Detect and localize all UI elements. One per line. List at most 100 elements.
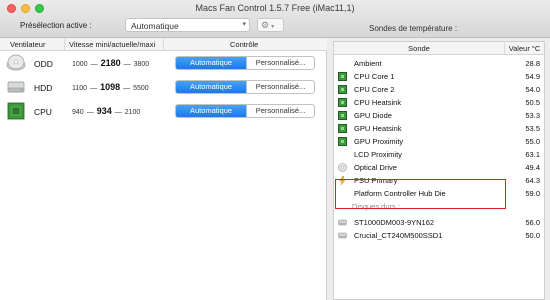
fan-name: HDD bbox=[34, 83, 53, 93]
sensor-name: CPU Core 2 bbox=[354, 85, 395, 94]
sensor-table-header: Sonde Valeur °C bbox=[334, 42, 544, 55]
disk-name: Crucial_CT240M500SSD1 bbox=[354, 231, 443, 240]
sensor-name: Optical Drive bbox=[354, 163, 397, 172]
fan-control-segment: Automatique Personnalisé... bbox=[175, 56, 315, 70]
disk-value: 50.0 bbox=[525, 231, 540, 240]
fan-current-speed: 2180 bbox=[100, 58, 121, 68]
fan-speeds: 1100—1098—5500 bbox=[72, 82, 149, 92]
gear-icon: ⚙ bbox=[261, 20, 270, 30]
sensor-row[interactable]: CPU Core 1 54.9 bbox=[334, 70, 544, 83]
custom-button[interactable]: Personnalisé... bbox=[246, 105, 314, 117]
chip-icon bbox=[338, 98, 347, 107]
fan-max-speed: 2100 bbox=[124, 109, 141, 116]
dash-separator: — bbox=[90, 61, 98, 68]
fan-max-speed: 5500 bbox=[133, 85, 149, 92]
sensor-row[interactable]: GPU Proximity 55.0 bbox=[334, 135, 544, 148]
chevron-down-icon: ▾ bbox=[242, 21, 246, 28]
sensor-row[interactable]: LCD Proximity 63.1 bbox=[334, 148, 544, 161]
fan-name: ODD bbox=[34, 59, 53, 69]
automatic-button[interactable]: Automatique bbox=[176, 57, 246, 69]
sensor-value: 63.1 bbox=[525, 150, 540, 159]
chip-icon bbox=[338, 124, 347, 133]
disk-sensor-row[interactable]: ST1000DM003-9YN162 56.0 bbox=[334, 216, 544, 229]
fan-row-odd: ODD 1000—2180—3800 Automatique Personnal… bbox=[0, 52, 327, 76]
dash-separator: — bbox=[90, 85, 98, 92]
sensor-name-column-header[interactable]: Sonde bbox=[334, 44, 504, 53]
preset-select[interactable]: Automatique ▾ bbox=[125, 18, 250, 32]
titlebar: Macs Fan Control 1.5.7 Free (iMac11,1) P… bbox=[0, 0, 550, 38]
sensor-value: 54.9 bbox=[525, 72, 540, 81]
fan-min-speed: 940 bbox=[72, 109, 84, 116]
sensor-row[interactable]: Optical Drive 49.4 bbox=[334, 161, 544, 174]
sensor-value: 59.0 bbox=[525, 189, 540, 198]
fan-control-segment: Automatique Personnalisé... bbox=[175, 80, 315, 94]
sensor-row[interactable]: GPU Heatsink 53.5 bbox=[334, 122, 544, 135]
sensors-section-label: Sondes de température : bbox=[369, 24, 458, 33]
fan-min-speed: 1000 bbox=[72, 61, 88, 68]
disk-name: ST1000DM003-9YN162 bbox=[354, 218, 435, 227]
optical-drive-icon bbox=[6, 54, 26, 71]
sensor-row[interactable]: CPU Heatsink 50.5 bbox=[334, 96, 544, 109]
sensor-value: 54.0 bbox=[525, 85, 540, 94]
dash-separator: — bbox=[114, 109, 122, 116]
fan-table-header: Ventilateur Vitesse mini/actuelle/maxi C… bbox=[0, 38, 327, 51]
fan-panel: Ventilateur Vitesse mini/actuelle/maxi C… bbox=[0, 38, 327, 300]
preset-gear-button[interactable]: ⚙ ▾ bbox=[257, 18, 284, 32]
custom-button[interactable]: Personnalisé... bbox=[246, 81, 314, 93]
dash-separator: — bbox=[123, 85, 131, 92]
fan-min-speed: 1100 bbox=[72, 85, 88, 92]
highlight-box bbox=[335, 179, 506, 209]
sensor-name: GPU Heatsink bbox=[354, 124, 402, 133]
sensor-table: Sonde Valeur °C Ambient 28.8 CPU Core 1 54.… bbox=[333, 41, 545, 300]
sensor-name: Ambient bbox=[354, 59, 382, 68]
drive-icon bbox=[338, 232, 347, 239]
disc-icon bbox=[338, 163, 347, 172]
fan-current-speed: 934 bbox=[96, 106, 112, 116]
sensor-name: LCD Proximity bbox=[354, 150, 402, 159]
sensor-name: GPU Diode bbox=[354, 111, 392, 120]
fan-row-hdd: HDD 1100—1098—5500 Automatique Personnal… bbox=[0, 76, 327, 100]
sensor-value: 53.5 bbox=[525, 124, 540, 133]
app-window: Macs Fan Control 1.5.7 Free (iMac11,1) P… bbox=[0, 0, 550, 300]
hard-drive-icon bbox=[7, 81, 25, 93]
fan-current-speed: 1098 bbox=[100, 82, 121, 92]
disk-value: 56.0 bbox=[525, 218, 540, 227]
control-column-header[interactable]: Contrôle bbox=[230, 40, 258, 49]
dash-separator: — bbox=[123, 61, 131, 68]
sensor-name: GPU Proximity bbox=[354, 137, 404, 146]
sensor-row[interactable]: GPU Diode 53.3 bbox=[334, 109, 544, 122]
preset-label: Présélection active : bbox=[20, 21, 92, 30]
sensor-value: 64.3 bbox=[525, 176, 540, 185]
sensor-value: 49.4 bbox=[525, 163, 540, 172]
sensor-name: CPU Core 1 bbox=[354, 72, 395, 81]
preset-value: Automatique bbox=[131, 21, 179, 31]
drive-icon bbox=[338, 219, 347, 226]
sensor-value: 55.0 bbox=[525, 137, 540, 146]
fan-column-header[interactable]: Ventilateur bbox=[10, 40, 45, 49]
fan-name: CPU bbox=[34, 107, 52, 117]
fan-control-segment: Automatique Personnalisé... bbox=[175, 104, 315, 118]
sensor-value: 28.8 bbox=[525, 59, 540, 68]
fan-speeds: 1000—2180—3800 bbox=[72, 58, 149, 68]
column-divider bbox=[64, 39, 65, 50]
cpu-chip-icon bbox=[7, 102, 25, 120]
fan-speeds: 940—934—2100 bbox=[72, 106, 140, 116]
custom-button[interactable]: Personnalisé... bbox=[246, 57, 314, 69]
automatic-button[interactable]: Automatique bbox=[176, 81, 246, 93]
fan-row-cpu: CPU 940—934—2100 Automatique Personnalis… bbox=[0, 100, 327, 124]
automatic-button[interactable]: Automatique bbox=[176, 105, 246, 117]
chip-icon bbox=[338, 85, 347, 94]
speed-column-header[interactable]: Vitesse mini/actuelle/maxi bbox=[69, 40, 155, 49]
sensor-name: CPU Heatsink bbox=[354, 98, 402, 107]
disk-sensor-row[interactable]: Crucial_CT240M500SSD1 50.0 bbox=[334, 229, 544, 242]
fan-max-speed: 3800 bbox=[133, 61, 150, 68]
chip-icon bbox=[338, 111, 347, 120]
sensor-value-column-header[interactable]: Valeur °C bbox=[505, 44, 544, 53]
dash-separator: — bbox=[86, 109, 94, 116]
sensor-row[interactable]: Ambient 28.8 bbox=[334, 57, 544, 70]
sensor-value: 50.5 bbox=[525, 98, 540, 107]
sensor-panel: Sonde Valeur °C Ambient 28.8 CPU Core 1 54.… bbox=[332, 38, 550, 300]
sensor-value: 53.3 bbox=[525, 111, 540, 120]
sensor-row[interactable]: CPU Core 2 54.0 bbox=[334, 83, 544, 96]
window-title: Macs Fan Control 1.5.7 Free (iMac11,1) bbox=[195, 3, 355, 13]
